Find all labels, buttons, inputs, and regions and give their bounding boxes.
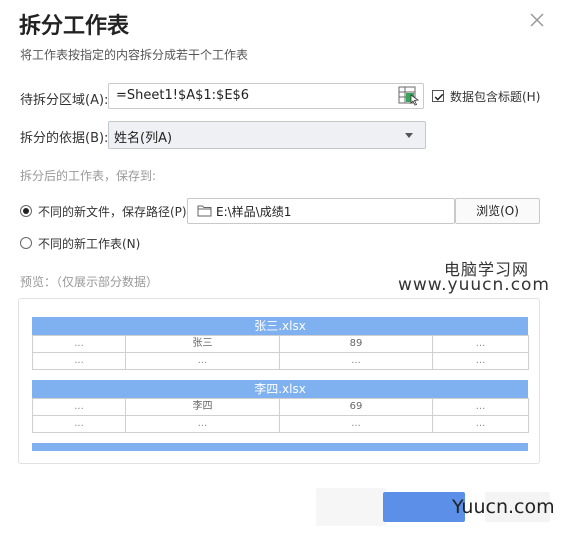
- table-row: ... ... ... ...: [32, 415, 529, 433]
- table-cell: ...: [432, 415, 529, 433]
- preview-panel: 张三.xlsx ... 张三 89 ... ... ... ... ... 李四…: [18, 298, 540, 464]
- close-icon[interactable]: [527, 10, 547, 30]
- save-path-input[interactable]: E:\样品\成绩1: [187, 198, 455, 224]
- radio-new-file-label: 不同的新文件，保存路径(P): [38, 205, 187, 219]
- range-value: =Sheet1!$A$1:$E$6: [116, 88, 250, 103]
- folder-icon: [197, 205, 212, 217]
- table-cell: ...: [125, 415, 280, 433]
- table-cell: ...: [279, 352, 433, 370]
- header-checkbox-label: 数据包含标题(H): [450, 90, 541, 104]
- table-cell: ...: [125, 352, 280, 370]
- save-path-value: E:\样品\成绩1: [216, 205, 292, 219]
- browse-button[interactable]: 浏览(O): [455, 198, 540, 224]
- table-cell: 李四: [125, 398, 280, 416]
- table-row: ... 李四 69 ...: [32, 398, 529, 416]
- preview-file-header-partial: [32, 443, 528, 451]
- table-cell: ...: [279, 415, 433, 433]
- split-by-label: 拆分的依据(B):: [20, 131, 109, 146]
- chevron-down-icon: [405, 133, 413, 138]
- preview-table: ... 张三 89 ... ... ... ... ...: [32, 335, 529, 370]
- radio-new-sheet-label: 不同的新工作表(N): [38, 237, 141, 251]
- table-cell: ...: [432, 352, 529, 370]
- watermark-url: www.yuucn.com: [398, 275, 550, 295]
- blurred-region: [316, 488, 386, 526]
- table-row: ... ... ... ...: [32, 352, 529, 370]
- table-cell: 89: [279, 335, 433, 353]
- table-cell: ...: [432, 398, 529, 416]
- table-cell: 张三: [125, 335, 280, 353]
- watermark-bottom: Yuucn.com: [452, 496, 555, 518]
- preview-table: ... 李四 69 ... ... ... ... ...: [32, 398, 529, 433]
- dialog-subtitle: 将工作表按指定的内容拆分成若干个工作表: [20, 48, 249, 62]
- save-section-label: 拆分后的工作表，保存到:: [20, 169, 157, 183]
- radio-new-sheet[interactable]: [20, 237, 32, 249]
- radio-new-file[interactable]: [20, 205, 32, 217]
- preview-label: 预览：（仅展示部分数据）: [20, 275, 159, 289]
- table-cell: ...: [32, 352, 126, 370]
- range-input[interactable]: =Sheet1!$A$1:$E$6: [108, 83, 424, 109]
- range-select-icon[interactable]: [398, 86, 420, 106]
- range-label: 待拆分区域(A):: [20, 93, 109, 108]
- table-cell: ...: [32, 398, 126, 416]
- split-by-select[interactable]: 姓名(列A): [108, 121, 426, 149]
- table-cell: ...: [432, 335, 529, 353]
- preview-file-header: 李四.xlsx: [32, 380, 528, 398]
- split-by-value: 姓名(列A): [114, 131, 173, 146]
- checkmark-icon: [434, 93, 444, 101]
- header-checkbox[interactable]: [432, 90, 444, 102]
- table-cell: 69: [279, 398, 433, 416]
- table-cell: ...: [32, 415, 126, 433]
- dialog-title: 拆分工作表: [19, 14, 130, 39]
- preview-file-header: 张三.xlsx: [32, 317, 528, 335]
- table-row: ... 张三 89 ...: [32, 335, 529, 353]
- table-cell: ...: [32, 335, 126, 353]
